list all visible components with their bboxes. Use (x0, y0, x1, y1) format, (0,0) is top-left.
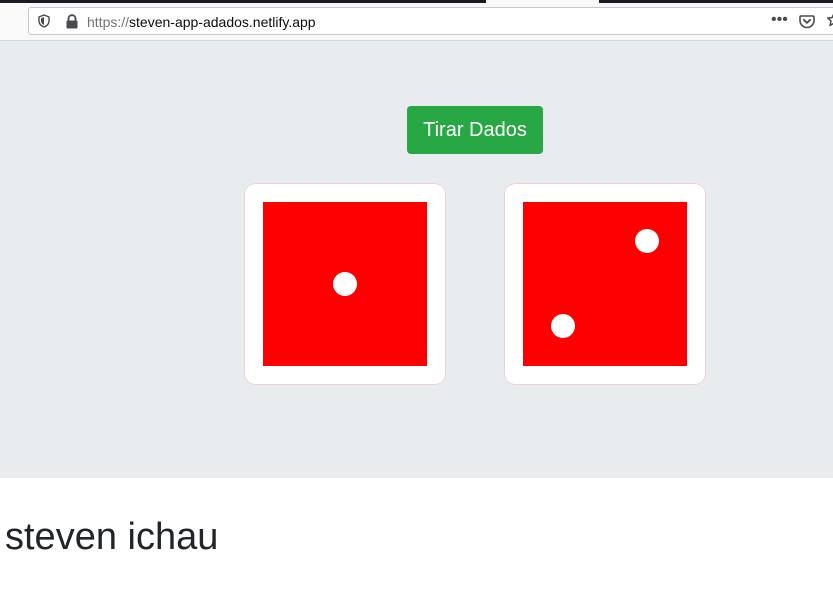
die-face (263, 202, 427, 366)
dice-app-panel: Tirar Dados (0, 41, 833, 478)
url-host: steven-app-adados.netlify.app (129, 14, 316, 30)
star-icon[interactable] (826, 12, 833, 28)
browser-toolbar: https://steven-app-adados.netlify.app ••… (0, 0, 833, 41)
roll-dice-button[interactable]: Tirar Dados (407, 106, 543, 154)
die-one (245, 184, 445, 384)
more-dots-icon[interactable]: ••• (771, 11, 788, 29)
lock-icon[interactable] (65, 14, 79, 29)
active-tab-indicator[interactable] (486, 0, 599, 3)
pocket-icon[interactable] (799, 13, 815, 29)
die-pip (333, 272, 357, 296)
tab-strip (0, 0, 833, 3)
shield-icon[interactable] (37, 14, 51, 28)
url-protocol: https:// (87, 14, 130, 30)
url-text[interactable]: https://steven-app-adados.netlify.app (87, 14, 316, 30)
die-pip (551, 314, 575, 338)
author-name: steven ichau (5, 516, 219, 558)
address-bar[interactable]: https://steven-app-adados.netlify.app ••… (28, 7, 833, 35)
die-two (505, 184, 705, 384)
die-face (523, 202, 687, 366)
die-pip (635, 229, 659, 253)
